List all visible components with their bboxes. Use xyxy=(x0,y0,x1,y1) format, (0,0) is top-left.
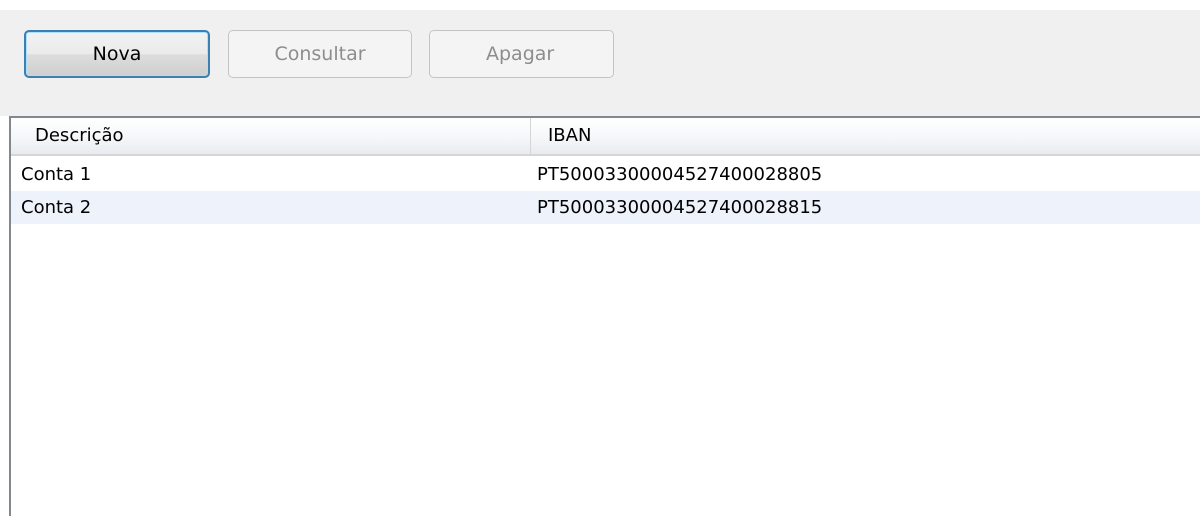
cell-iban: PT50003300004527400028815 xyxy=(537,197,823,218)
cell-descricao: Conta 1 xyxy=(21,164,92,185)
delete-account-button[interactable]: Apagar xyxy=(429,30,614,78)
cell-descricao: Conta 2 xyxy=(21,197,92,218)
column-header-iban[interactable]: IBAN xyxy=(548,118,591,154)
column-resize-handle[interactable] xyxy=(530,118,531,154)
table-row[interactable]: Conta 1 PT50003300004527400028805 xyxy=(11,158,1200,191)
toolbar: Nova Consultar Apagar xyxy=(0,10,1200,116)
accounts-table: Descrição IBAN Conta 1 PT500033000045274… xyxy=(9,116,1200,516)
cell-iban: PT50003300004527400028805 xyxy=(537,164,823,185)
column-header-descricao[interactable]: Descrição xyxy=(35,118,124,154)
new-account-button[interactable]: Nova xyxy=(24,30,210,78)
table-header: Descrição IBAN xyxy=(11,118,1200,156)
table-row[interactable]: Conta 2 PT50003300004527400028815 xyxy=(11,191,1200,224)
view-account-button[interactable]: Consultar xyxy=(228,30,412,78)
